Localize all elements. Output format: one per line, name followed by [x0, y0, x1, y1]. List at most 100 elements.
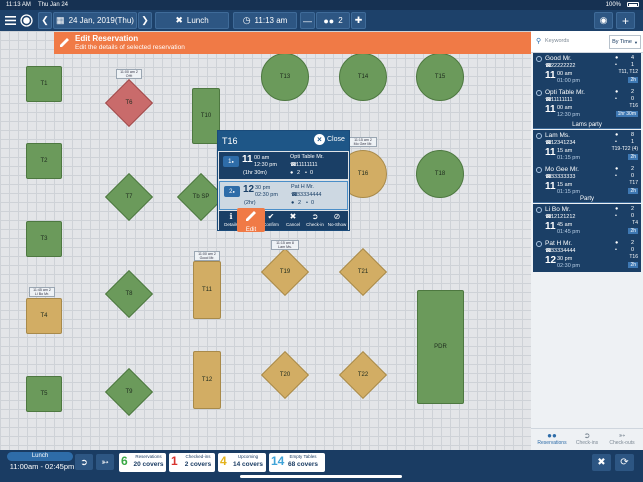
- guest-phone: 11111111: [296, 162, 318, 168]
- table-assignment: T19-T22 (4): [611, 146, 638, 152]
- status-dot: [536, 207, 542, 213]
- reservation-end-time: 01:00 pm: [557, 78, 580, 84]
- tab-checkins[interactable]: ➲ Check-ins: [570, 431, 604, 446]
- people-icon: ●●: [547, 431, 557, 440]
- date-picker[interactable]: ▦ 24 Jan, 2019(Thu): [53, 12, 137, 29]
- checkout-all-button[interactable]: ➳: [96, 454, 114, 470]
- guest-name: Pat H Mr.: [545, 240, 573, 247]
- add-reservation-button[interactable]: +: [616, 12, 635, 29]
- table-tbsp-label: Tb SP: [192, 194, 210, 200]
- reservation-minute: 30 pm: [557, 256, 573, 262]
- table-t5[interactable]: T5: [26, 376, 62, 412]
- clock-icon: ◷: [242, 15, 251, 25]
- kids-count: 1: [631, 139, 635, 145]
- table-pdr[interactable]: PDR: [417, 290, 464, 404]
- kids-count: 0: [631, 247, 635, 253]
- time-selector[interactable]: ◷ 11:13 am: [233, 12, 297, 29]
- prev-date-button[interactable]: ❮: [38, 12, 52, 29]
- reservation-card[interactable]: Pat H Mr. ☎ 33334444 12 30 pm 02:30 pm ● 2 • 0 T16…: [533, 238, 641, 272]
- status-dot: [536, 133, 542, 139]
- reservation-duration: (1hr 30m): [243, 170, 267, 176]
- table-t14[interactable]: T14: [339, 53, 387, 101]
- reservation-minute: 30 pm: [255, 185, 271, 191]
- stat-upcoming[interactable]: 4 Upcoming 14 covers: [218, 453, 266, 472]
- popup-reservation-selected[interactable]: 2 ● 12 30 pm 02:30 pm (2hr) Pat H Mr. ☎ 3…: [219, 181, 348, 210]
- cancel-button[interactable]: ✖ Cancel: [283, 211, 303, 230]
- table-t13[interactable]: T13: [261, 53, 309, 101]
- reservation-end-time: 02:30 pm: [255, 192, 278, 198]
- sort-selector[interactable]: By Time ▼: [609, 35, 641, 49]
- table-t4[interactable]: T4: [26, 298, 62, 334]
- increase-party-button[interactable]: ✚: [351, 12, 366, 29]
- popup-header: T16 × Close: [218, 131, 349, 151]
- popup-reservation[interactable]: 1 ● 11 00 am 12:30 pm (1hr 30m) Opti Tabl…: [219, 152, 348, 179]
- plus-icon: +: [621, 13, 629, 28]
- stat-checked-ins[interactable]: 1 Checked-ins 2 covers: [169, 453, 215, 472]
- reservation-minute: 45 am: [557, 222, 573, 228]
- guest-phone: 33334444: [551, 248, 576, 254]
- decrease-party-button[interactable]: —: [300, 12, 315, 29]
- guest-phone: 12121212: [551, 214, 576, 220]
- next-date-button[interactable]: ❯: [138, 12, 152, 29]
- reservation-minute: 00 am: [557, 105, 573, 111]
- checkin-all-button[interactable]: ➲: [75, 454, 93, 470]
- refresh-button[interactable]: ⟳: [615, 454, 634, 471]
- menu-button[interactable]: [3, 12, 17, 29]
- edit-button[interactable]: Edit: [237, 208, 265, 233]
- tab-checkouts[interactable]: ➳ Check-outs: [605, 431, 639, 446]
- kids-count: 0: [631, 173, 635, 179]
- table-t1[interactable]: T1: [26, 66, 62, 102]
- no-show-button[interactable]: ⊘ No-Show: [327, 211, 347, 230]
- kids-icon: •: [615, 96, 617, 102]
- tab-reservations[interactable]: ●● Reservations: [535, 431, 569, 446]
- status-dot: [536, 167, 542, 173]
- reservation-card[interactable]: Li Bo Mr. ☎ 12121212 11 45 am 01:45 pm ● 2 • 0 T4 2…: [533, 204, 641, 238]
- pencil-icon: [246, 211, 256, 221]
- adults-count: 2: [631, 206, 635, 212]
- guest-name: Lam Ms.: [545, 132, 570, 139]
- plus-icon: ✚: [354, 15, 363, 25]
- table-t3[interactable]: T3: [26, 221, 62, 257]
- reservation-duration: (2hr): [244, 200, 256, 206]
- table-t2[interactable]: T2: [26, 143, 62, 179]
- search-icon: ⚲: [536, 38, 542, 45]
- table-t10[interactable]: T10: [192, 88, 220, 144]
- duration-badge: 1hr 30m: [615, 111, 638, 117]
- home-button[interactable]: [18, 12, 34, 29]
- clear-button[interactable]: ✖: [592, 454, 611, 471]
- stat-reservations[interactable]: 6 Reservations 20 covers: [119, 453, 166, 472]
- adults-icon: ●: [291, 200, 295, 206]
- search-input[interactable]: Keywords: [545, 38, 569, 44]
- reservation-card[interactable]: Good Mr. ☎ 22222222 11 00 am 01:00 pm ● 4 • 1 T11,…: [533, 53, 641, 87]
- table-t18[interactable]: T18: [416, 150, 464, 198]
- shift-pill[interactable]: Lunch: [7, 452, 73, 461]
- view-toggle-button[interactable]: ◉: [594, 12, 613, 29]
- reservation-card[interactable]: Mo Gee Mr. ☎ 33333333 11 15 am 01:15 pm ● 2 • 0 T1…: [533, 164, 641, 198]
- guest-name: Good Mr.: [545, 55, 572, 62]
- table-t12[interactable]: T12: [193, 351, 221, 409]
- popup-close-button[interactable]: × Close: [314, 134, 345, 145]
- people-icon: ●●: [323, 15, 335, 26]
- checkin-button[interactable]: ➲ Check-in: [305, 211, 325, 230]
- status-dot: [536, 90, 542, 96]
- section-header: Lams party: [533, 121, 641, 129]
- guest-phone: 12341234: [551, 140, 576, 146]
- reservation-number: 1 ●: [223, 156, 239, 167]
- banner-title: Edit Reservation: [75, 34, 139, 43]
- calendar-icon: ▦: [56, 15, 65, 25]
- shift-selector[interactable]: ✖ Lunch: [155, 12, 229, 29]
- reservation-card[interactable]: Lam Ms. ☎ 12341234 11 15 am 01:15 pm ● 8 • 1 T19-T…: [533, 130, 641, 164]
- adults-icon: ●: [290, 170, 294, 176]
- table-t15[interactable]: T15: [416, 53, 464, 101]
- table-t11[interactable]: T11: [193, 261, 221, 319]
- close-icon: ×: [314, 134, 325, 145]
- table-assignment: T17: [629, 180, 638, 186]
- reservation-tag: 11:00 am 2 OHt: [116, 69, 142, 79]
- reservation-end-time: 01:15 pm: [557, 155, 580, 161]
- reservation-end-time: 12:30 pm: [557, 112, 580, 118]
- stat-empty-tables[interactable]: 14 Empty Tables 68 covers: [269, 453, 325, 472]
- hamburger-icon: [4, 16, 16, 25]
- table-t19-label: T19: [279, 269, 291, 275]
- reservation-card[interactable]: Opti Table Mr. ☎ 11111111 11 00 am 12:30 pm ● 2…: [533, 87, 641, 121]
- adults-icon: ●: [615, 166, 619, 172]
